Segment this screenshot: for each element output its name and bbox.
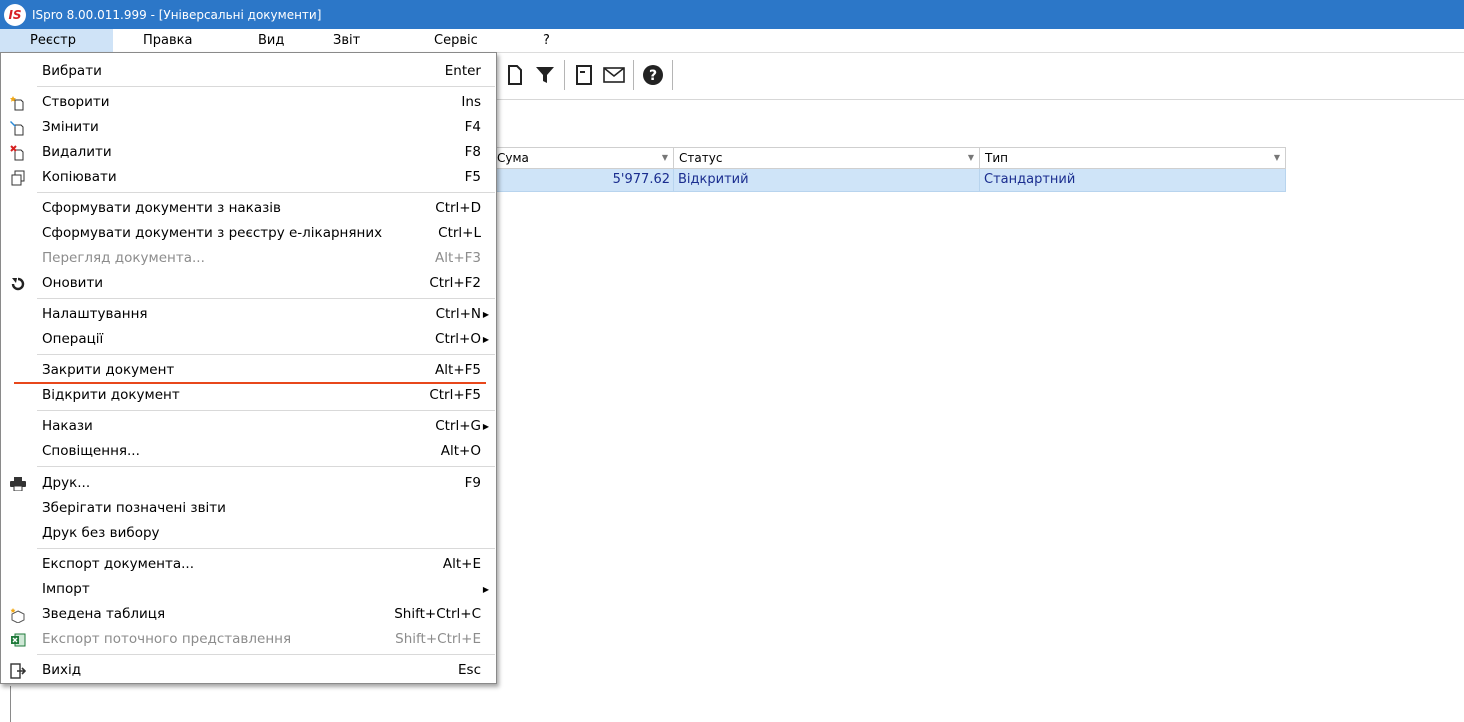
title-bar: IS ISpro 8.00.011.999 - [Універсальні до…	[0, 0, 1464, 29]
refresh-icon	[8, 271, 28, 296]
help-icon[interactable]: ?	[638, 58, 668, 92]
highlight-underline	[14, 382, 486, 384]
registry-dropdown-menu: Вибрати Enter Створити Ins Змінити F4 Видал…	[0, 52, 497, 684]
menu-item-print-without-choice[interactable]: Друк без вибору	[1, 521, 496, 546]
submenu-arrow-icon: ▶	[482, 310, 489, 319]
menu-separator	[37, 466, 495, 467]
menu-bar: Реєстр Правка Вид Звіт Сервіс ?	[0, 29, 1464, 53]
menu-separator	[37, 298, 495, 299]
menu-item-close-document[interactable]: Закрити документ Alt+F5	[1, 358, 496, 383]
frame-edge	[10, 686, 11, 722]
report-icon[interactable]	[569, 58, 599, 92]
submenu-arrow-icon: ▶	[482, 335, 489, 344]
edit-doc-icon	[8, 115, 28, 140]
menu-item-generate-from-sick-leave[interactable]: Сформувати документи з реєстру е-лікарня…	[1, 221, 496, 246]
svg-text:?: ?	[649, 68, 657, 84]
excel-icon	[8, 627, 28, 652]
toolbar: ?	[500, 56, 677, 94]
menu-registry[interactable]: Реєстр	[0, 29, 113, 52]
menu-item-delete[interactable]: Видалити F8	[1, 140, 496, 165]
submenu-arrow-icon: ▶	[482, 585, 489, 594]
exit-icon	[8, 658, 28, 683]
menu-item-export-current-view: Експорт поточного представлення Shift+Ctr…	[1, 627, 496, 652]
menu-item-print[interactable]: Друк... F9	[1, 471, 496, 496]
table-row[interactable]: 5'977.62 Відкритий Стандартний	[492, 169, 1286, 192]
sort-arrow-icon[interactable]: ▼	[1274, 148, 1280, 168]
menu-item-save-marked-reports[interactable]: Зберігати позначені звіти	[1, 496, 496, 521]
menu-view[interactable]: Вид	[258, 29, 284, 52]
toolbar-separator	[564, 60, 565, 90]
column-header-status[interactable]: Статус ▼	[674, 148, 980, 168]
menu-item-operations[interactable]: Операції Ctrl+O ▶	[1, 327, 496, 352]
menu-item-pivot-table[interactable]: Зведена таблиця Shift+Ctrl+C	[1, 602, 496, 627]
menu-item-settings[interactable]: Налаштування Ctrl+N ▶	[1, 302, 496, 327]
submenu-arrow-icon: ▶	[482, 422, 489, 431]
menu-item-import[interactable]: Імпорт ▶	[1, 577, 496, 602]
delete-doc-icon	[8, 140, 28, 165]
menu-separator	[37, 354, 495, 355]
menu-item-open-document[interactable]: Відкрити документ Ctrl+F5	[1, 383, 496, 408]
grid-header: Сума ▼ Статус ▼ Тип ▼	[492, 147, 1286, 169]
toolbar-separator	[633, 60, 634, 90]
printer-icon	[8, 471, 28, 496]
menu-edit[interactable]: Правка	[143, 29, 192, 52]
window-title: ISpro 8.00.011.999 - [Універсальні докум…	[32, 7, 322, 22]
menu-item-export-document[interactable]: Експорт документа... Alt+E	[1, 552, 496, 577]
new-doc-icon	[8, 90, 28, 115]
menu-service[interactable]: Сервіс	[434, 29, 478, 52]
menu-item-view-document: Перегляд документа... Alt+F3	[42, 250, 481, 266]
mail-icon[interactable]	[599, 58, 629, 92]
menu-item-copy[interactable]: Копіювати F5	[1, 165, 496, 190]
menu-separator	[37, 548, 495, 549]
menu-item-create[interactable]: Створити Ins	[1, 90, 496, 115]
menu-report[interactable]: Звіт	[333, 29, 360, 52]
menu-help[interactable]: ?	[543, 29, 550, 52]
menu-item-select[interactable]: Вибрати Enter	[1, 59, 496, 84]
document-icon[interactable]	[500, 58, 530, 92]
toolbar-separator	[672, 60, 673, 90]
menu-item-edit[interactable]: Змінити F4	[1, 115, 496, 140]
sort-arrow-icon[interactable]: ▼	[662, 148, 668, 168]
menu-item-notifications[interactable]: Сповіщення... Alt+O	[1, 439, 496, 464]
menu-separator	[37, 86, 495, 87]
menu-item-generate-from-orders[interactable]: Сформувати документи з наказів Ctrl+D	[1, 196, 496, 221]
column-header-sum[interactable]: Сума ▼	[492, 148, 674, 168]
pivot-icon	[8, 602, 28, 627]
ispro-logo-icon: IS	[4, 3, 26, 26]
menu-item-exit[interactable]: Вихід Esc	[1, 658, 496, 683]
cell-status: Відкритий	[674, 169, 980, 191]
menu-item-orders[interactable]: Накази Ctrl+G ▶	[1, 414, 496, 439]
cell-sum: 5'977.62	[492, 169, 674, 191]
menu-separator	[37, 410, 495, 411]
menu-separator	[37, 654, 495, 655]
menu-separator	[37, 192, 495, 193]
filter-icon[interactable]	[530, 58, 560, 92]
copy-icon	[8, 165, 28, 190]
cell-type: Стандартний	[980, 169, 1286, 191]
documents-grid: Сума ▼ Статус ▼ Тип ▼ 5'977.62 Відкритий Ст…	[492, 147, 1286, 192]
column-header-type[interactable]: Тип ▼	[980, 148, 1286, 168]
sort-arrow-icon[interactable]: ▼	[968, 148, 974, 168]
menu-item-refresh[interactable]: Оновити Ctrl+F2	[1, 271, 496, 296]
